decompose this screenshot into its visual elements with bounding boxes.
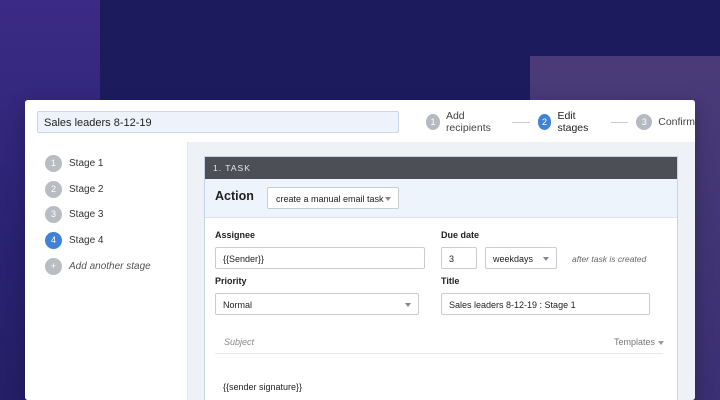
title-label: Title <box>441 276 460 286</box>
stage-editor: 1. TASK Action create a manual email tas… <box>188 142 695 400</box>
plus-icon: + <box>45 257 62 275</box>
step-label: Add recipients <box>445 110 491 134</box>
top-bar: Sales leaders 8-12-19 1 Add recipients 2… <box>25 100 695 143</box>
due-date-unit-value: weekdays <box>493 254 534 264</box>
step-confirm[interactable]: 3 Confirm <box>636 114 695 130</box>
sidebar-item-stage-3[interactable]: 3 Stage 3 <box>45 205 103 223</box>
due-date-hint: after task is created <box>572 254 647 264</box>
action-select-value: create a manual email task <box>276 194 384 204</box>
action-row: Action create a manual email task <box>205 179 677 218</box>
step-number: 1 <box>426 114 440 130</box>
sidebar-item-stage-2[interactable]: 2 Stage 2 <box>45 180 103 198</box>
templates-dropdown[interactable]: Templates <box>613 337 664 347</box>
assignee-field[interactable]: {{Sender}} <box>215 247 425 269</box>
stage-label: Stage 1 <box>69 157 104 169</box>
action-label: Action <box>215 189 254 203</box>
chevron-down-icon <box>543 257 549 261</box>
stage-label: Stage 2 <box>69 183 104 195</box>
email-body-editor[interactable]: {{sender signature}} <box>223 382 302 392</box>
sidebar-item-stage-4[interactable]: 4 Stage 4 <box>45 231 103 249</box>
priority-value: Normal <box>223 300 253 310</box>
step-edit-stages[interactable]: 2 Edit stages <box>537 110 603 134</box>
step-number: 3 <box>636 114 653 130</box>
subject-row: Subject Templates <box>215 331 664 354</box>
priority-select[interactable]: Normal <box>215 293 419 315</box>
stage-number: 3 <box>45 205 62 223</box>
title-field[interactable]: Sales leaders 8-12-19 : Stage 1 <box>441 293 650 315</box>
step-add-recipients[interactable]: 1 Add recipients <box>426 110 504 134</box>
chevron-down-icon <box>405 303 411 307</box>
sidebar-item-stage-1[interactable]: 1 Stage 1 <box>45 154 103 172</box>
chevron-down-icon <box>658 341 664 345</box>
task-card: 1. TASK Action create a manual email tas… <box>204 156 678 400</box>
templates-label: Templates <box>613 337 655 347</box>
step-separator <box>610 121 629 123</box>
stage-label: Stage 3 <box>69 208 104 220</box>
step-label: Edit stages <box>557 110 589 134</box>
stage-label: Stage 4 <box>69 234 104 246</box>
chevron-down-icon <box>385 197 391 201</box>
stages-sidebar: 1 Stage 1 2 Stage 2 3 Stage 3 4 Stage 4 … <box>25 142 188 400</box>
stage-number: 2 <box>45 180 62 198</box>
priority-label: Priority <box>215 276 247 286</box>
step-label: Confirm <box>658 116 695 128</box>
step-number: 2 <box>537 114 552 130</box>
task-header: 1. TASK <box>205 157 677 179</box>
stage-number: 1 <box>45 154 62 172</box>
sequence-editor-window: Sales leaders 8-12-19 1 Add recipients 2… <box>25 100 695 400</box>
campaign-name-input[interactable]: Sales leaders 8-12-19 <box>37 111 399 133</box>
wizard-steps: 1 Add recipients 2 Edit stages 3 Confirm <box>426 110 695 134</box>
add-stage-label: Add another stage <box>69 260 151 272</box>
step-separator <box>511 121 530 123</box>
add-another-stage-button[interactable]: + Add another stage <box>45 257 151 275</box>
due-date-field[interactable]: 3 <box>441 247 477 269</box>
due-date-label: Due date <box>441 230 480 240</box>
due-date-unit-select[interactable]: weekdays <box>485 247 557 269</box>
subject-input[interactable]: Subject <box>224 337 254 347</box>
stage-number: 4 <box>45 231 62 249</box>
assignee-label: Assignee <box>215 230 256 240</box>
action-select[interactable]: create a manual email task <box>267 187 399 209</box>
